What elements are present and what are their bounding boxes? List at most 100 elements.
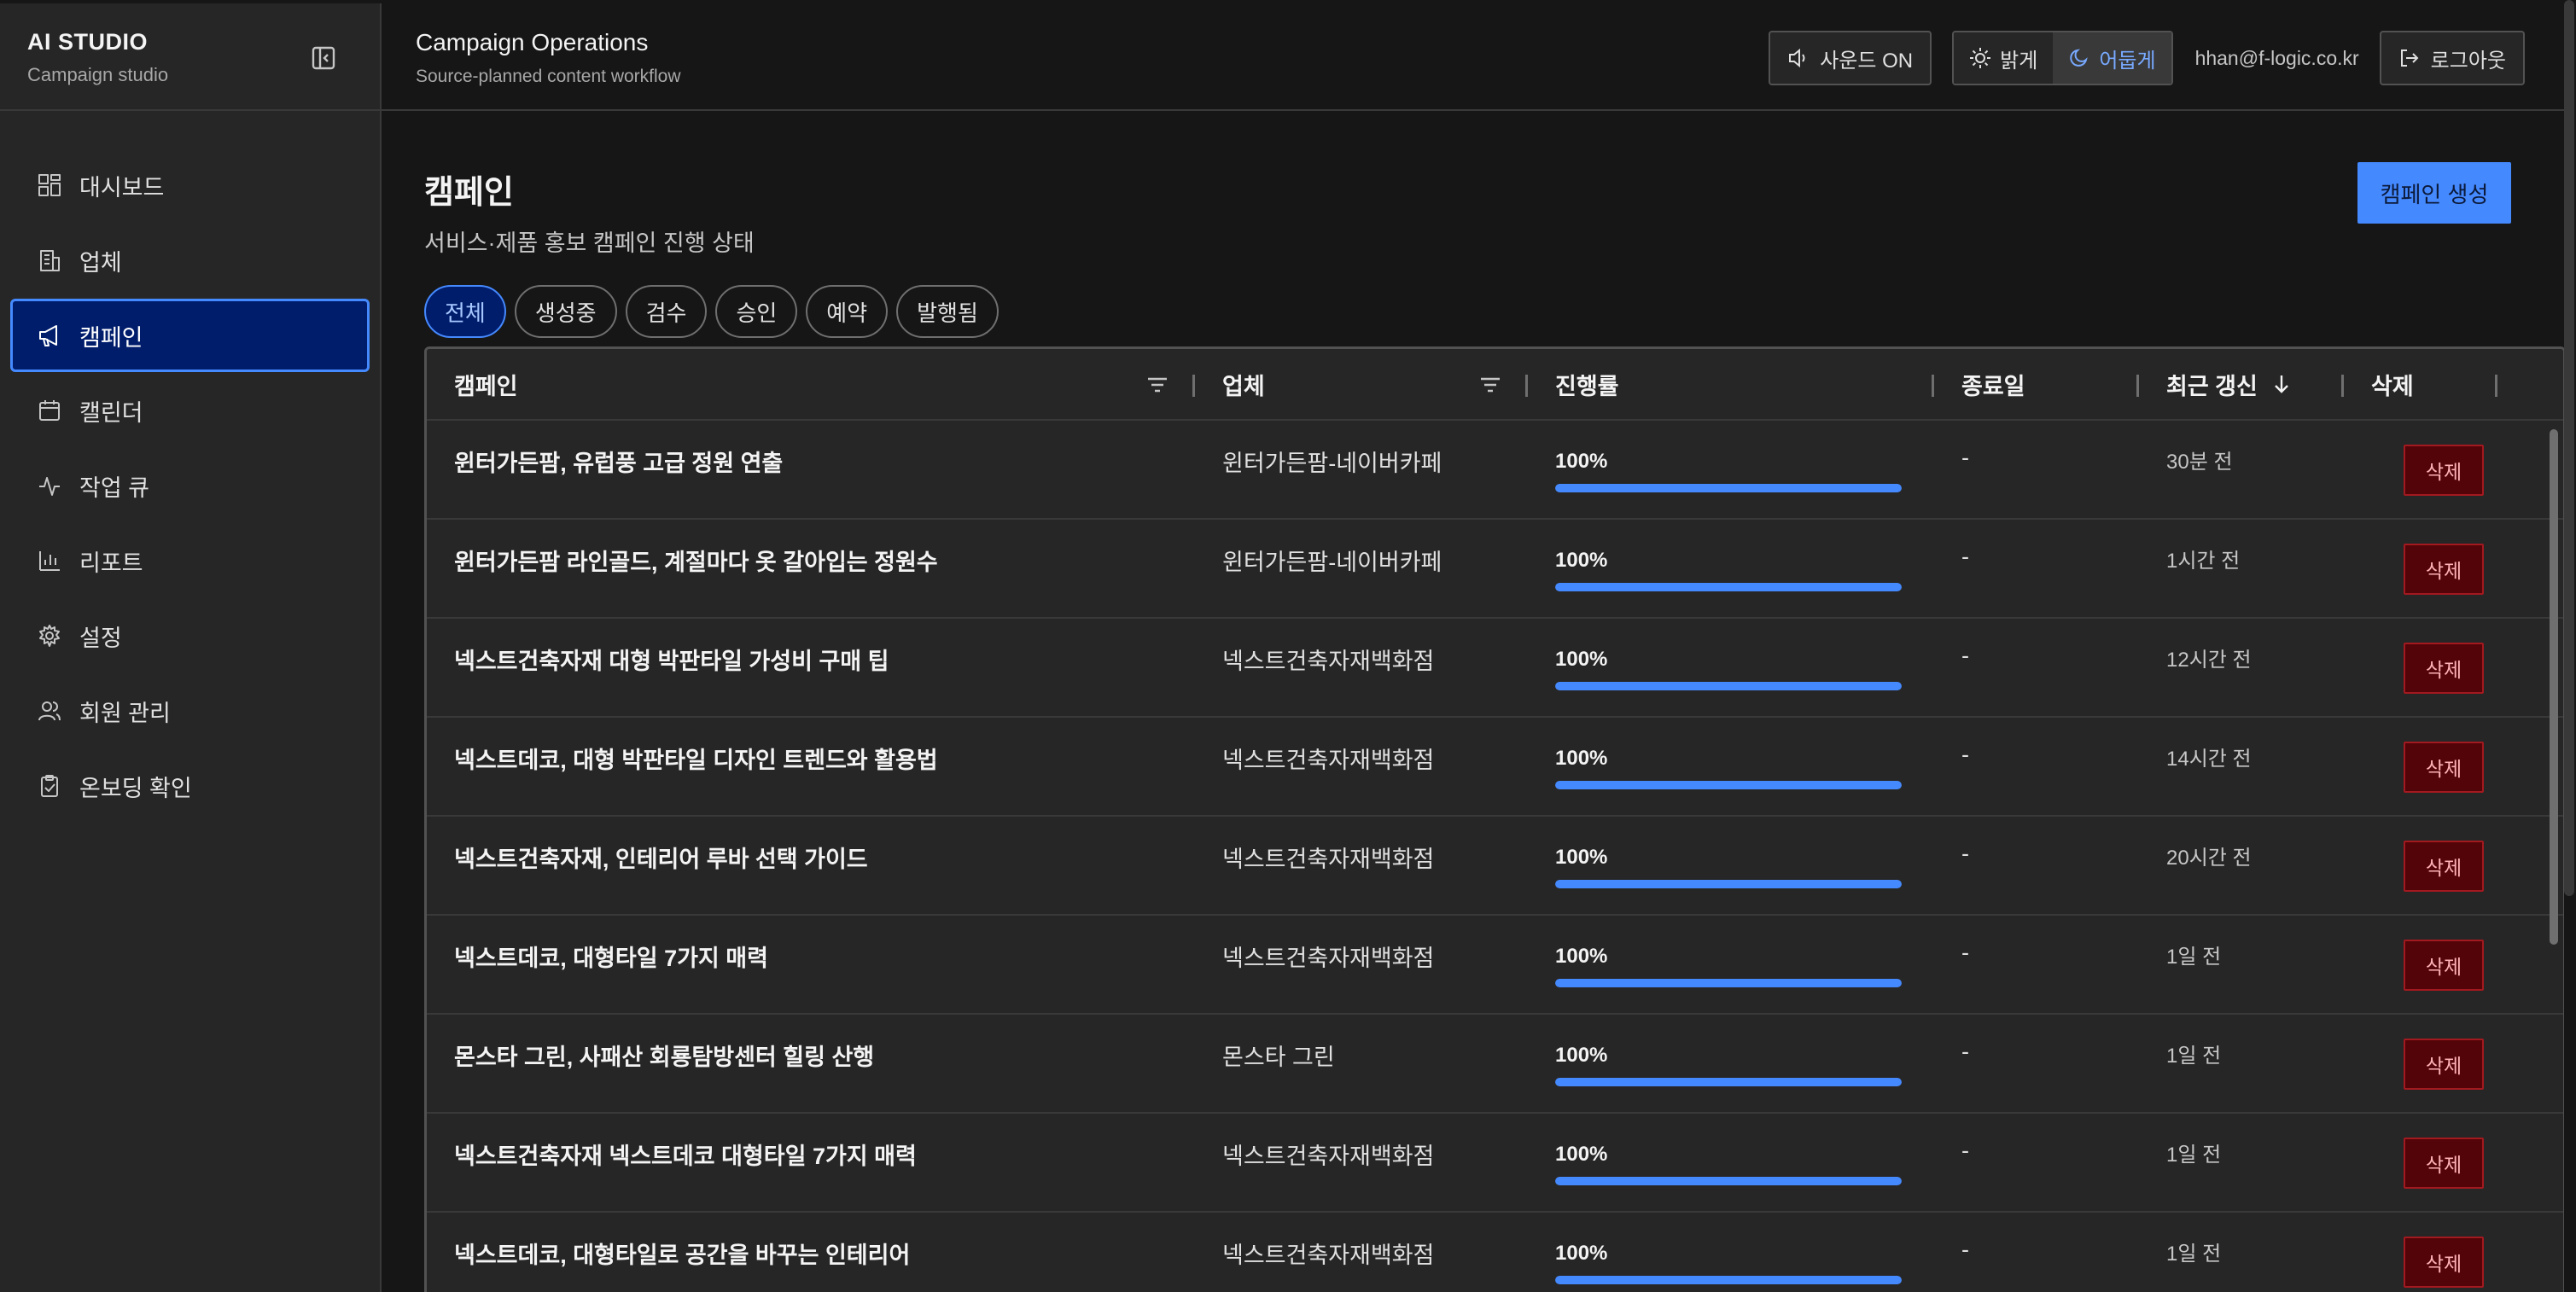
table-row[interactable]: 넥스트건축자재 대형 박판타일 가성비 구매 팁 넥스트건축자재백화점 100% - 1… bbox=[427, 619, 2563, 718]
theme-light-button[interactable]: 밝게 bbox=[1954, 32, 2054, 84]
progress-bar bbox=[1555, 484, 1902, 492]
sidebar-item-label: 온보딩 확인 bbox=[79, 775, 192, 801]
column-header-label: 진행률 bbox=[1555, 373, 1619, 399]
filter-chip-5[interactable]: 예약 bbox=[806, 285, 889, 338]
sidebar-item-5[interactable]: 작업 큐 bbox=[10, 449, 370, 522]
logout-button[interactable]: 로그아웃 bbox=[2379, 31, 2525, 85]
delete-button[interactable]: 삭제 bbox=[2404, 1138, 2484, 1189]
progress-bar bbox=[1555, 1078, 1902, 1086]
delete-cell: 삭제 bbox=[2344, 1015, 2497, 1112]
delete-button[interactable]: 삭제 bbox=[2404, 841, 2484, 892]
table-row[interactable]: 넥스트데코, 대형 박판타일 디자인 트렌드와 활용법 넥스트건축자재백화점 100… bbox=[427, 718, 2563, 817]
progress-label: 100% bbox=[1555, 747, 1608, 770]
page-content: 캠페인 서비스·제품 홍보 캠페인 진행 상태 캠페인 생성 전체 생성중 검수 승인… bbox=[382, 111, 2564, 338]
column-header-label: 종료일 bbox=[1961, 373, 2025, 399]
column-header-end-date[interactable]: 종료일 bbox=[1934, 349, 2139, 419]
table-row[interactable]: 몬스타 그린, 사패산 회룡탐방센터 힐링 산행 몬스타 그린 100% - 1일 전 삭… bbox=[427, 1015, 2563, 1114]
column-header-updated[interactable]: 최근 갱신 bbox=[2139, 349, 2344, 419]
delete-button[interactable]: 삭제 bbox=[2404, 742, 2484, 793]
status-filter-chips: 전체 생성중 검수 승인 예약 발행됨 bbox=[424, 285, 2564, 338]
sidebar-item-1[interactable]: 대시보드 bbox=[10, 148, 370, 222]
table-header: 캠페인 업체 진행률 종료일 최근 갱신 삭제 bbox=[427, 349, 2563, 421]
filter-chip-1[interactable]: 전체 bbox=[424, 285, 506, 338]
progress-label: 100% bbox=[1555, 846, 1608, 869]
filter-icon[interactable] bbox=[1478, 373, 1502, 397]
campaign-name[interactable]: 넥스트데코, 대형타일 7가지 매력 bbox=[427, 916, 1195, 1013]
vendor-name: 넥스트건축자재백화점 bbox=[1222, 1243, 1435, 1268]
progress-cell: 100% bbox=[1528, 1213, 1934, 1292]
sidebar-item-label: 리포트 bbox=[79, 550, 143, 576]
filter-icon[interactable] bbox=[1145, 373, 1169, 397]
sort-down-icon[interactable] bbox=[2270, 372, 2293, 396]
progress-label: 100% bbox=[1555, 1143, 1608, 1166]
campaign-name[interactable]: 넥스트건축자재, 인테리어 루바 선택 가이드 bbox=[427, 817, 1195, 914]
end-date: - bbox=[1961, 643, 1969, 668]
column-header-label: 최근 갱신 bbox=[2166, 373, 2258, 399]
table-row[interactable]: 넥스트데코, 대형타일로 공간을 바꾸는 인테리어 넥스트건축자재백화점 100% -… bbox=[427, 1213, 2563, 1292]
table-row[interactable]: 윈터가든팜 라인골드, 계절마다 옷 갈아입는 정원수 윈터가든팜-네이버카페 10… bbox=[427, 520, 2563, 619]
column-header-vendor[interactable]: 업체 bbox=[1195, 349, 1528, 419]
theme-dark-button[interactable]: 어둡게 bbox=[2053, 32, 2171, 84]
table-row[interactable]: 넥스트데코, 대형타일 7가지 매력 넥스트건축자재백화점 100% - 1일 전 삭제 bbox=[427, 916, 2563, 1015]
campaign-name[interactable]: 넥스트데코, 대형 박판타일 디자인 트렌드와 활용법 bbox=[427, 718, 1195, 815]
updated-time: 1일 전 bbox=[2166, 1243, 2222, 1266]
delete-cell: 삭제 bbox=[2344, 817, 2497, 914]
updated-time: 30분 전 bbox=[2166, 451, 2233, 474]
sidebar-item-label: 회원 관리 bbox=[79, 700, 171, 726]
progress-fill bbox=[1555, 880, 1902, 888]
progress-bar bbox=[1555, 682, 1902, 690]
column-header-progress[interactable]: 진행률 bbox=[1528, 349, 1934, 419]
table-row[interactable]: 윈터가든팜, 유럽풍 고급 정원 연출 윈터가든팜-네이버카페 100% - 30분 전… bbox=[427, 421, 2563, 520]
campaign-name[interactable]: 넥스트건축자재 넥스트데코 대형타일 7가지 매력 bbox=[427, 1114, 1195, 1211]
progress-label: 100% bbox=[1555, 1242, 1608, 1265]
campaign-name[interactable]: 넥스트건축자재 대형 박판타일 가성비 구매 팁 bbox=[427, 619, 1195, 716]
sidebar-item-4[interactable]: 캘린더 bbox=[10, 374, 370, 447]
delete-button[interactable]: 삭제 bbox=[2404, 544, 2484, 595]
delete-cell: 삭제 bbox=[2344, 520, 2497, 617]
filter-chip-3[interactable]: 검수 bbox=[625, 285, 708, 338]
speaker-icon bbox=[1789, 48, 1805, 68]
create-campaign-button[interactable]: 캠페인 생성 bbox=[2357, 162, 2511, 224]
delete-cell: 삭제 bbox=[2344, 1213, 2497, 1292]
table-row[interactable]: 넥스트건축자재, 인테리어 루바 선택 가이드 넥스트건축자재백화점 100% - 20… bbox=[427, 817, 2563, 916]
sidebar-nav: 대시보드 업체캠페인캘린더 작업 큐리포트설정회원 관리온보딩 확인 bbox=[0, 111, 380, 823]
delete-button[interactable]: 삭제 bbox=[2404, 940, 2484, 991]
column-header-delete[interactable]: 삭제 bbox=[2344, 349, 2497, 419]
sidebar-collapse-icon[interactable] bbox=[310, 44, 337, 72]
sidebar-item-3[interactable]: 캠페인 bbox=[10, 299, 370, 372]
sidebar-item-2[interactable]: 업체 bbox=[10, 224, 370, 297]
progress-fill bbox=[1555, 1177, 1902, 1185]
filter-chip-6[interactable]: 발행됨 bbox=[896, 285, 999, 338]
sidebar-item-7[interactable]: 설정 bbox=[10, 599, 370, 672]
end-date: - bbox=[1961, 1138, 1969, 1163]
vendor-name: 넥스트건축자재백화점 bbox=[1222, 847, 1435, 872]
theme-toggle: 밝게 어둡게 bbox=[1952, 31, 2173, 85]
page-scrollbar[interactable] bbox=[2564, 0, 2574, 896]
table-row[interactable]: 넥스트건축자재 넥스트데코 대형타일 7가지 매력 넥스트건축자재백화점 100% -… bbox=[427, 1114, 2563, 1213]
sound-toggle-button[interactable]: 사운드 ON bbox=[1769, 31, 1932, 85]
table-scrollbar[interactable] bbox=[2550, 429, 2558, 945]
campaign-name[interactable]: 윈터가든팜, 유럽풍 고급 정원 연출 bbox=[427, 421, 1195, 518]
filter-chip-2[interactable]: 생성중 bbox=[514, 285, 617, 338]
campaign-name[interactable]: 몬스타 그린, 사패산 회룡탐방센터 힐링 산행 bbox=[427, 1015, 1195, 1112]
progress-bar bbox=[1555, 880, 1902, 888]
progress-fill bbox=[1555, 682, 1902, 690]
delete-button[interactable]: 삭제 bbox=[2404, 643, 2484, 694]
delete-button[interactable]: 삭제 bbox=[2404, 445, 2484, 496]
column-header-label: 캠페인 bbox=[454, 373, 518, 399]
campaign-name[interactable]: 넥스트데코, 대형타일로 공간을 바꾸는 인테리어 bbox=[427, 1213, 1195, 1292]
filter-chip-4[interactable]: 승인 bbox=[715, 285, 798, 338]
column-header-campaign[interactable]: 캠페인 bbox=[427, 349, 1195, 419]
campaign-name[interactable]: 윈터가든팜 라인골드, 계절마다 옷 갈아입는 정원수 bbox=[427, 520, 1195, 617]
theme-light-label: 밝게 bbox=[2000, 49, 2038, 73]
sidebar-item-9[interactable]: 온보딩 확인 bbox=[10, 749, 370, 823]
column-header-label: 삭제 bbox=[2371, 373, 2414, 399]
sidebar-item-label: 캠페인 bbox=[79, 324, 143, 351]
column-divider[interactable] bbox=[2495, 375, 2497, 397]
sidebar-item-8[interactable]: 회원 관리 bbox=[10, 674, 370, 748]
sidebar-item-6[interactable]: 리포트 bbox=[10, 524, 370, 597]
vendor-name: 넥스트건축자재백화점 bbox=[1222, 748, 1435, 773]
delete-button[interactable]: 삭제 bbox=[2404, 1039, 2484, 1090]
delete-button[interactable]: 삭제 bbox=[2404, 1237, 2484, 1288]
logout-icon bbox=[2400, 49, 2419, 67]
